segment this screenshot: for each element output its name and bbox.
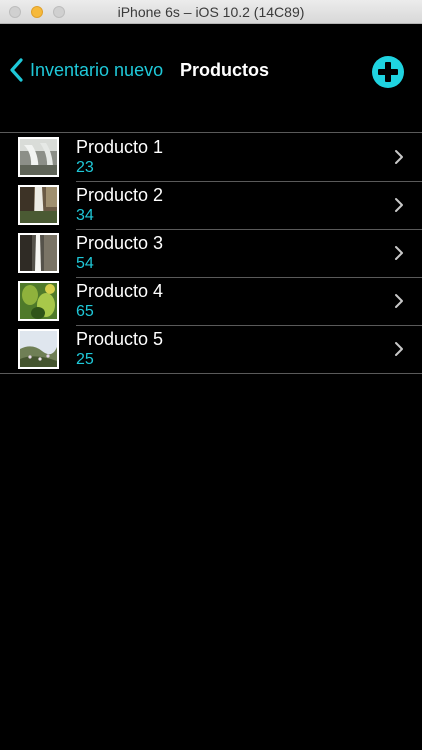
chevron-left-icon	[10, 58, 23, 82]
product-name: Producto 3	[76, 233, 164, 253]
product-row[interactable]: Producto 2 34	[0, 181, 422, 229]
chevron-right-icon	[395, 246, 403, 260]
product-thumbnail	[18, 329, 59, 369]
product-row[interactable]: Producto 1 23	[0, 133, 422, 181]
product-quantity: 65	[76, 303, 94, 320]
device-screen: Inventario nuevo Productos Producto 1 23…	[0, 25, 422, 750]
product-thumbnail	[18, 281, 59, 321]
product-row[interactable]: Producto 3 54	[0, 229, 422, 277]
page-title: Productos	[180, 60, 270, 80]
product-quantity: 25	[76, 351, 94, 368]
product-thumbnail	[18, 137, 59, 177]
product-list: Producto 1 23 Producto 2 34 Producto 3 5…	[0, 132, 422, 374]
product-thumbnail	[18, 185, 59, 225]
add-product-button[interactable]	[372, 56, 404, 88]
product-name: Producto 2	[76, 185, 164, 205]
product-quantity: 23	[76, 159, 94, 176]
product-row[interactable]: Producto 5 25	[0, 325, 422, 373]
chevron-right-icon	[395, 198, 403, 212]
product-thumbnail	[18, 233, 59, 273]
product-quantity: 54	[76, 255, 94, 272]
product-quantity: 34	[76, 207, 94, 224]
window-title: iPhone 6s – iOS 10.2 (14C89)	[117, 4, 305, 20]
chevron-right-icon	[395, 342, 403, 356]
back-button[interactable]: Inventario nuevo	[8, 57, 163, 83]
product-row[interactable]: Producto 4 65	[0, 277, 422, 325]
chevron-right-icon	[395, 294, 403, 308]
chevron-right-icon	[395, 150, 403, 164]
plus-icon	[378, 62, 398, 82]
product-name: Producto 1	[76, 137, 164, 157]
navigation-bar: Inventario nuevo Productos	[0, 45, 422, 95]
back-button-label: Inventario nuevo	[30, 59, 164, 80]
product-name: Producto 5	[76, 329, 164, 349]
simulator-titlebar: iPhone 6s – iOS 10.2 (14C89)	[0, 0, 422, 24]
product-name: Producto 4	[76, 281, 164, 301]
